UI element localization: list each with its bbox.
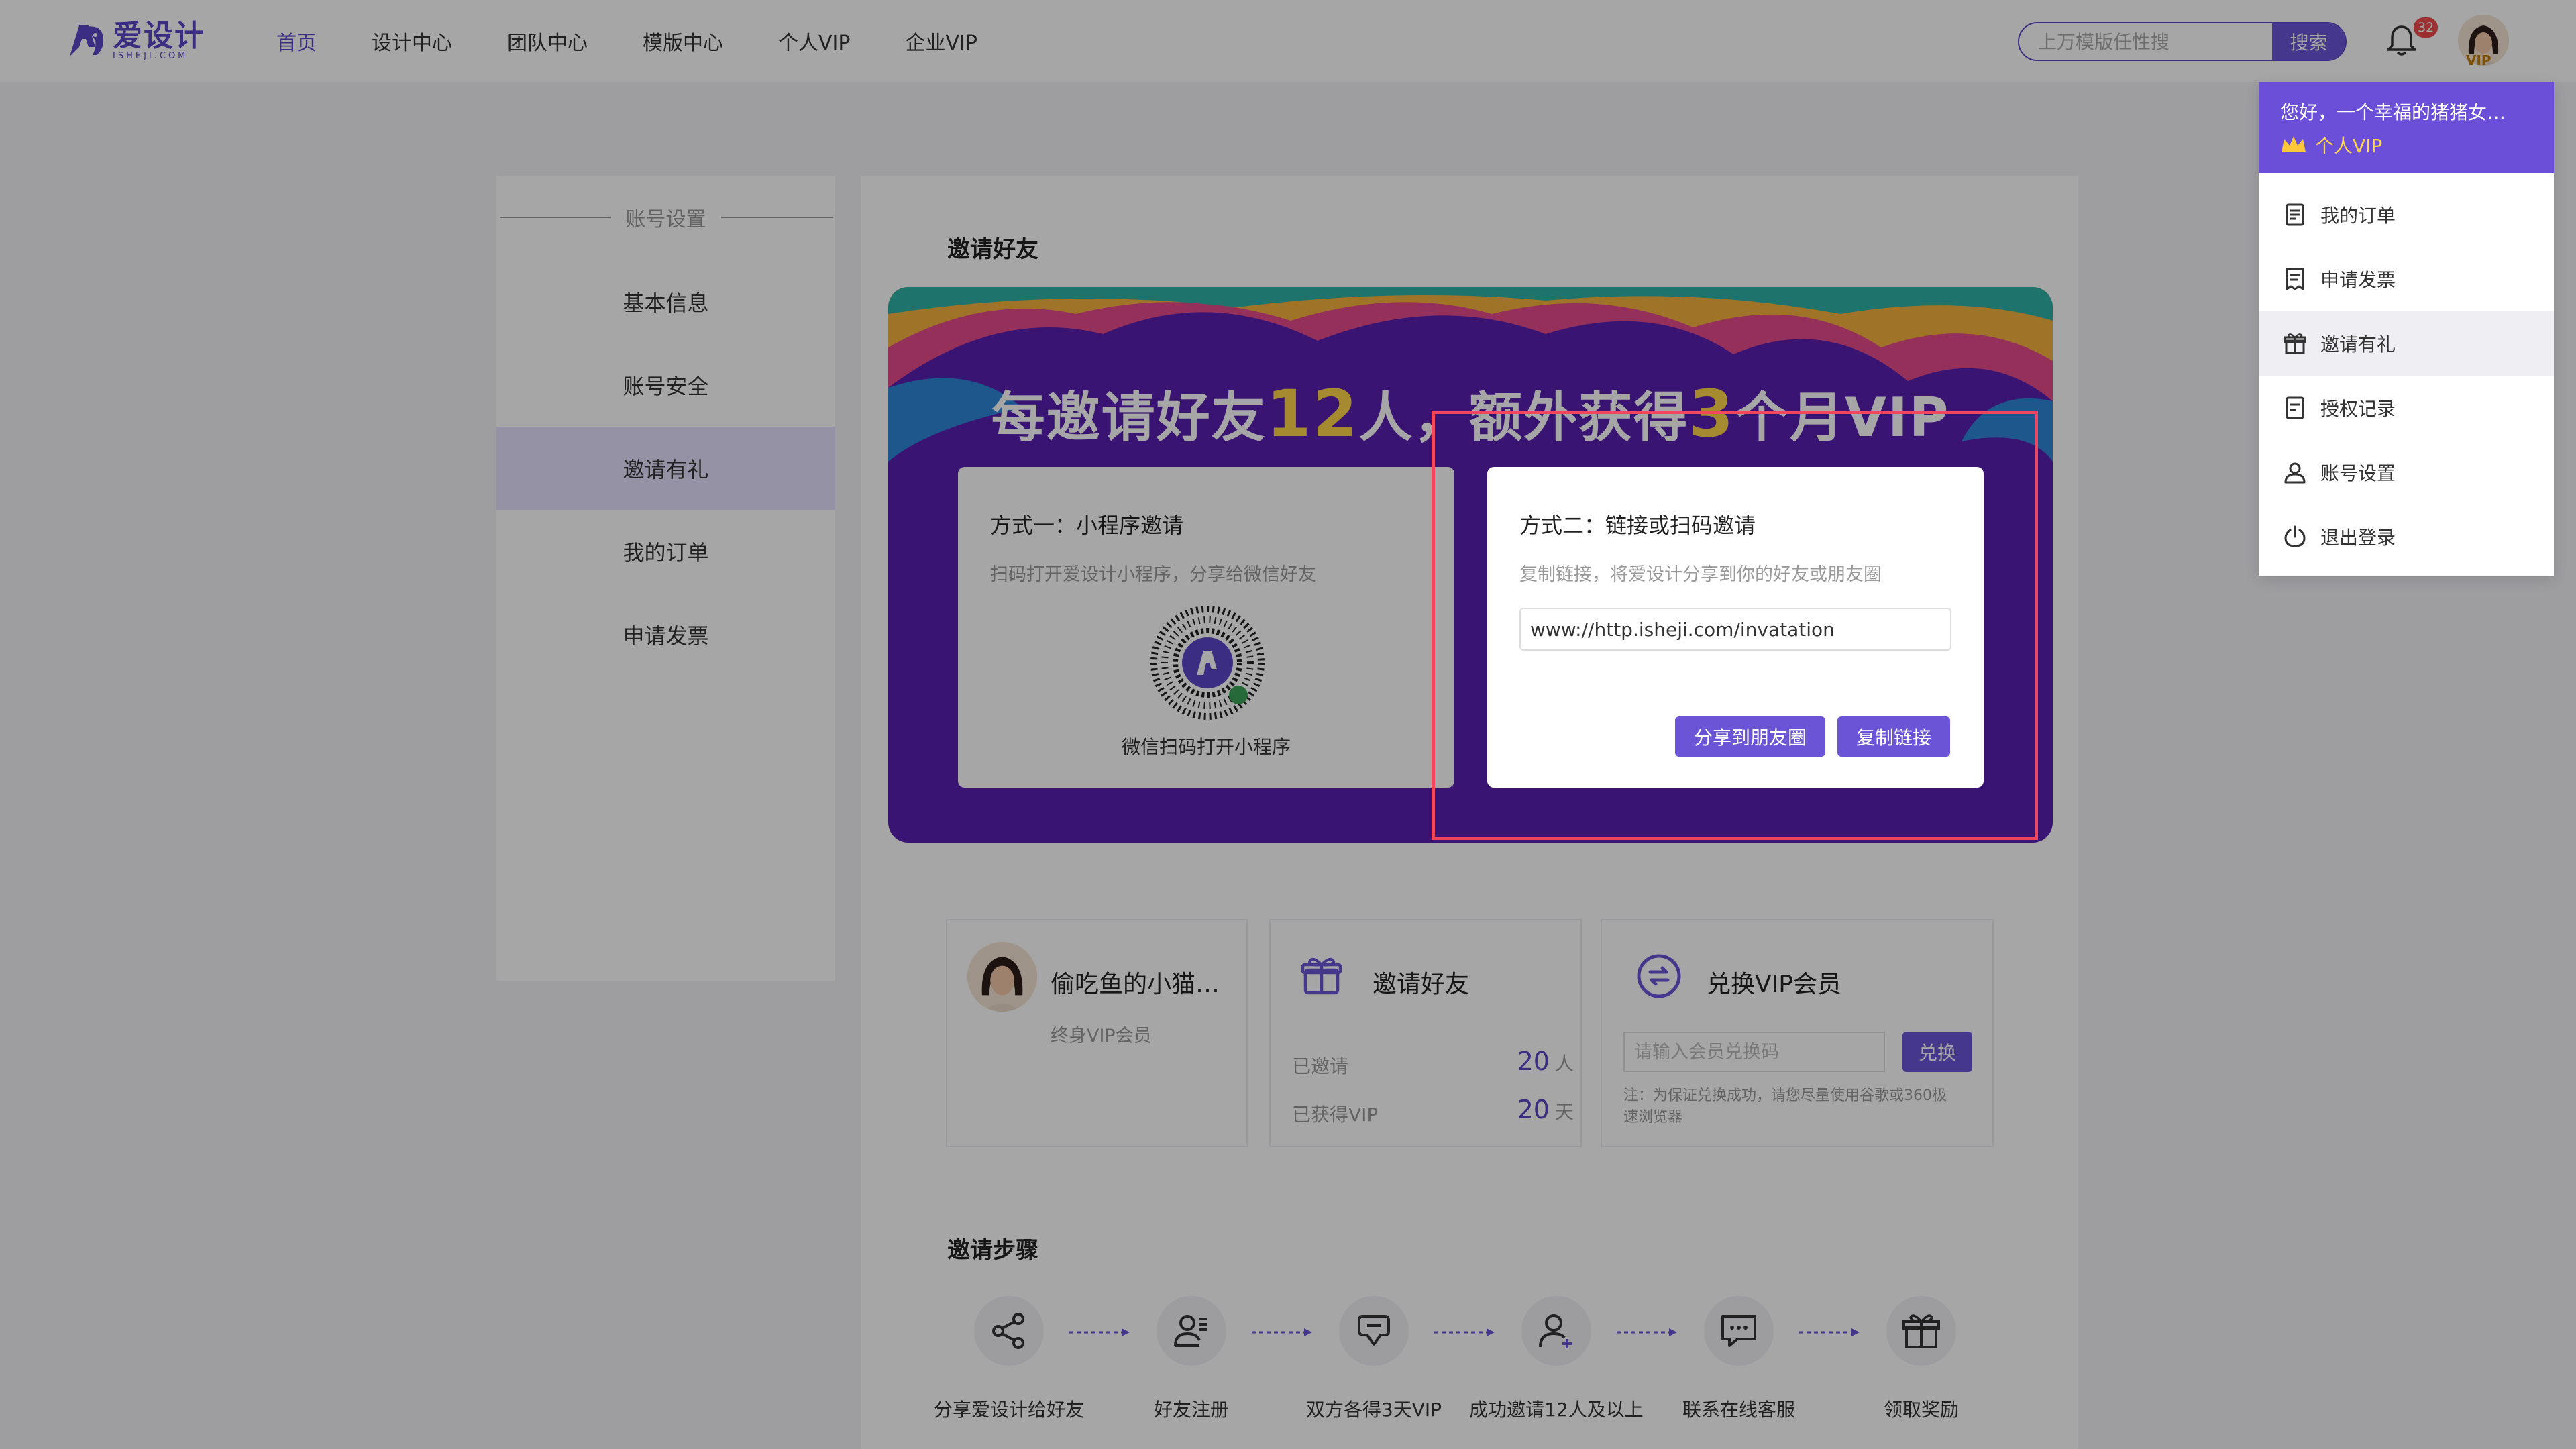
dropdown-item-account-settings[interactable]: 账号设置 [2259,440,2554,504]
dropdown-greeting: 您好，一个幸福的猪猪女… [2280,101,2506,123]
invoice-icon [2286,268,2304,290]
dropdown-item-label: 邀请有礼 [2320,333,2396,356]
dropdown-item-my-orders[interactable]: 我的订单 [2259,182,2554,247]
record-icon [2286,396,2304,419]
dropdown-item-invoice[interactable]: 申请发票 [2259,247,2554,311]
dropdown-item-authorization[interactable]: 授权记录 [2259,376,2554,440]
order-doc-icon [2286,203,2304,226]
dropdown-item-logout[interactable]: 退出登录 [2259,504,2554,569]
dropdown-item-label: 授权记录 [2320,398,2396,420]
dropdown-item-label: 退出登录 [2320,527,2396,549]
dropdown-header: 您好，一个幸福的猪猪女… 个人VIP [2259,82,2554,173]
modal-overlay[interactable] [0,0,2576,1449]
dropdown-vip-label: 个人VIP [2315,135,2383,157]
dropdown-item-invite-gift[interactable]: 邀请有礼 [2259,311,2554,376]
user-icon [2284,462,2306,484]
dropdown-item-label: 账号设置 [2320,462,2396,484]
user-dropdown-menu: 您好，一个幸福的猪猪女… 个人VIP 我的订单 申请发票 邀请有礼 授权记录 账… [2259,82,2554,576]
dropdown-item-label: 我的订单 [2320,205,2396,227]
crown-icon [2282,136,2306,152]
dropdown-item-label: 申请发票 [2320,269,2396,291]
highlight-frame [1432,411,2038,840]
gift-icon [2284,333,2306,354]
dropdown-vip-level: 个人VIP [2280,131,2382,158]
power-icon [2284,525,2306,547]
